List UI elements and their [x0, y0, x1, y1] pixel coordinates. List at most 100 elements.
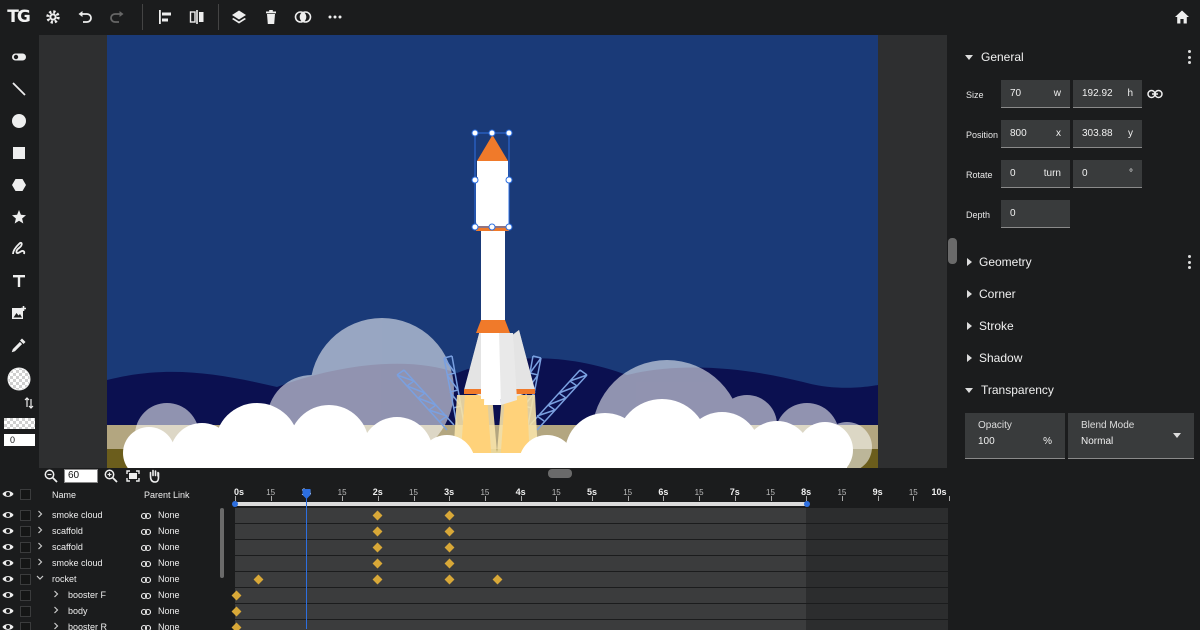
delete-icon[interactable]: [259, 5, 283, 29]
lock-checkbox[interactable]: [20, 526, 31, 537]
stroke-swatch[interactable]: [4, 418, 35, 429]
distribute-icon[interactable]: [185, 5, 209, 29]
parent-link-value[interactable]: None: [158, 574, 180, 584]
eye-icon[interactable]: [2, 574, 14, 584]
track-row[interactable]: [235, 556, 948, 571]
track-row[interactable]: [235, 540, 948, 555]
eye-icon[interactable]: [2, 558, 14, 568]
keyframe[interactable]: [372, 558, 383, 569]
keyframe[interactable]: [444, 510, 455, 521]
width-field[interactable]: 70 w: [1001, 80, 1070, 108]
pan-hand-icon[interactable]: [148, 469, 161, 483]
playhead[interactable]: [302, 489, 311, 629]
canvas-horizontal-scrollbar[interactable]: [548, 469, 572, 478]
lock-checkbox[interactable]: [20, 558, 31, 569]
work-range-bar[interactable]: [235, 502, 807, 506]
hexagon-tool-icon[interactable]: [7, 173, 31, 197]
track-row[interactable]: [231, 588, 948, 603]
layers-icon[interactable]: [227, 5, 251, 29]
layer-row[interactable]: smoke cloud None: [0, 507, 222, 523]
lock-checkbox[interactable]: [20, 590, 31, 601]
layer-row[interactable]: booster F None: [0, 587, 222, 603]
layer-row[interactable]: rocket None: [0, 571, 222, 587]
link-icon[interactable]: [141, 607, 151, 617]
track-row[interactable]: [235, 572, 948, 587]
freehand-tool-icon[interactable]: [7, 237, 31, 261]
app-logo[interactable]: TG: [6, 5, 31, 29]
section-geometry[interactable]: Geometry: [965, 255, 1032, 269]
eye-icon[interactable]: [2, 606, 14, 616]
ellipse-tool-icon[interactable]: [7, 109, 31, 133]
general-menu-icon[interactable]: [1186, 50, 1192, 64]
fill-swatch-icon[interactable]: [6, 366, 32, 392]
swap-icon[interactable]: [22, 396, 36, 410]
track-row[interactable]: [231, 620, 948, 630]
keyframe[interactable]: [231, 606, 241, 617]
height-field[interactable]: 192.92 h: [1073, 80, 1142, 108]
redo-icon[interactable]: [105, 5, 129, 29]
link-icon[interactable]: [141, 527, 151, 537]
section-corner[interactable]: Corner: [965, 287, 1016, 301]
chevron-right-icon[interactable]: [36, 524, 44, 536]
rotate-deg-field[interactable]: 0 °: [1073, 160, 1142, 188]
chevron-right-icon[interactable]: [52, 620, 60, 630]
undo-icon[interactable]: [73, 5, 97, 29]
layer-row[interactable]: scaffold None: [0, 539, 222, 555]
chevron-right-icon[interactable]: [52, 604, 60, 616]
keyframe[interactable]: [372, 526, 383, 537]
keyframe[interactable]: [444, 542, 455, 553]
align-left-icon[interactable]: [153, 5, 177, 29]
depth-field[interactable]: 0: [1001, 200, 1070, 228]
text-tool-icon[interactable]: [7, 269, 31, 293]
rotate-turn-field[interactable]: 0 turn: [1001, 160, 1070, 188]
parent-link-value[interactable]: None: [158, 510, 180, 520]
layer-name[interactable]: booster R: [68, 622, 107, 630]
keyframe[interactable]: [444, 526, 455, 537]
layer-name[interactable]: smoke cloud: [52, 558, 103, 568]
keyframe[interactable]: [444, 574, 455, 585]
time-ruler[interactable]: 0s151s152s153s154s155s156s157s158s159s15…: [228, 484, 960, 502]
link-icon[interactable]: [141, 591, 151, 601]
parent-link-value[interactable]: None: [158, 558, 180, 568]
layer-row[interactable]: booster R None: [0, 619, 222, 630]
settings-icon[interactable]: [41, 5, 65, 29]
zoom-input[interactable]: 60: [64, 468, 98, 483]
home-icon[interactable]: [1170, 5, 1194, 29]
zoom-out-icon[interactable]: [44, 469, 58, 483]
range-start-handle[interactable]: [232, 501, 238, 507]
section-general[interactable]: General: [965, 50, 1024, 64]
link-icon[interactable]: [141, 575, 151, 585]
keyframe[interactable]: [253, 574, 264, 585]
range-end-handle[interactable]: [804, 501, 810, 507]
eye-icon[interactable]: [2, 542, 14, 552]
parent-link-value[interactable]: None: [158, 526, 180, 536]
keyframe[interactable]: [492, 574, 502, 585]
star-tool-icon[interactable]: [7, 205, 31, 229]
lock-checkbox[interactable]: [20, 542, 31, 553]
layer-name[interactable]: booster F: [68, 590, 106, 600]
stroke-width-input[interactable]: 0: [4, 434, 35, 446]
link-icon[interactable]: [141, 543, 151, 553]
chevron-right-icon[interactable]: [36, 556, 44, 568]
line-tool-icon[interactable]: [7, 77, 31, 101]
opacity-field[interactable]: Opacity 100 %: [965, 413, 1065, 459]
keyframe[interactable]: [372, 574, 383, 585]
more-icon[interactable]: [323, 5, 347, 29]
lock-checkbox[interactable]: [20, 510, 31, 521]
fit-screen-icon[interactable]: [126, 469, 140, 482]
image-tool-icon[interactable]: [7, 301, 31, 325]
eye-icon[interactable]: [2, 510, 14, 520]
layer-name[interactable]: body: [68, 606, 88, 616]
parent-link-value[interactable]: None: [158, 590, 180, 600]
layer-name[interactable]: scaffold: [52, 542, 83, 552]
rectangle-tool-icon[interactable]: [7, 141, 31, 165]
y-field[interactable]: 303.88 y: [1073, 120, 1142, 148]
blend-mode-select[interactable]: Blend Mode Normal: [1068, 413, 1194, 459]
layer-name[interactable]: scaffold: [52, 526, 83, 536]
eye-icon[interactable]: [2, 526, 14, 536]
layers-scrollbar[interactable]: [220, 508, 224, 578]
chevron-down-icon[interactable]: [36, 572, 44, 584]
parent-link-value[interactable]: None: [158, 542, 180, 552]
keyframe[interactable]: [372, 542, 383, 553]
lock-checkbox[interactable]: [20, 622, 31, 630]
